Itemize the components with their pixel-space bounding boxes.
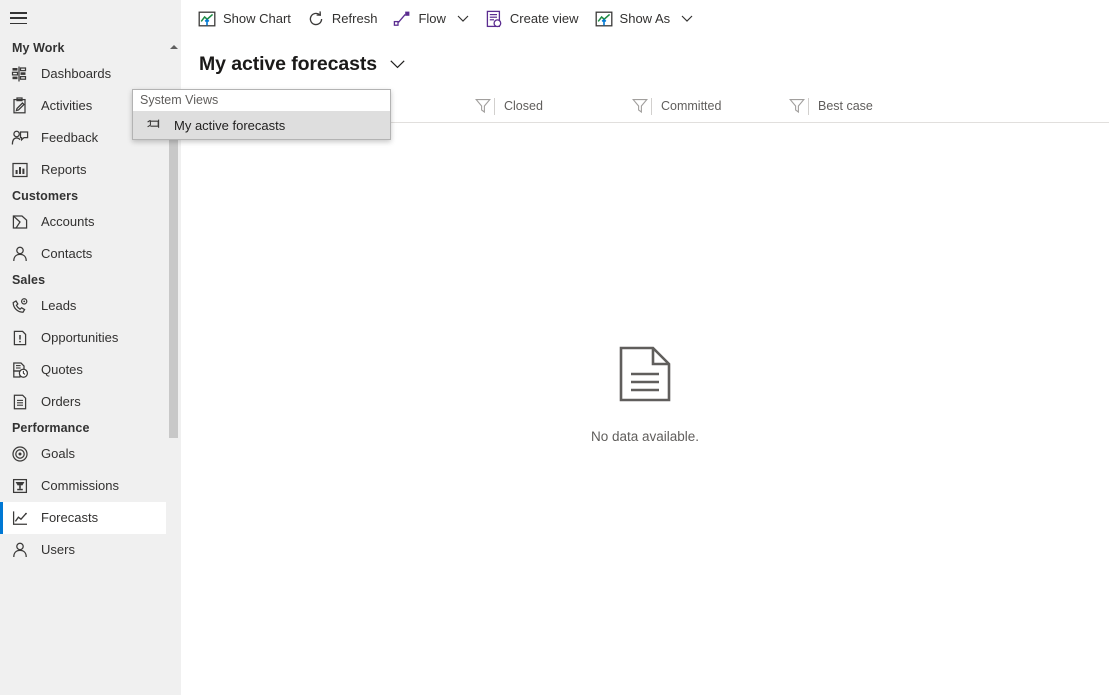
sitemap-group-title: My Work [12, 41, 65, 55]
sidebar-item-label: Activities [41, 98, 93, 113]
command-bar: Show Chart Refresh Flow Create view Show As [181, 0, 1109, 38]
show-chart-icon [198, 10, 216, 28]
sidebar-item-goals[interactable]: Goals [0, 438, 181, 470]
column-header-best-case[interactable]: Best case [808, 90, 965, 123]
hamburger-icon[interactable] [10, 12, 27, 25]
sidebar-item-commissions[interactable]: Commissions [0, 470, 181, 502]
leads-icon [10, 296, 30, 316]
command-label: Refresh [331, 11, 378, 26]
column-header-closed[interactable]: Closed [494, 90, 651, 123]
sidebar-item-leads[interactable]: Leads [0, 290, 181, 322]
sidebar-item-label: Orders [41, 394, 81, 409]
opportunities-icon [10, 328, 30, 348]
sitemap-group-title: Customers [12, 189, 79, 203]
sitemap-group-title: Performance [12, 421, 90, 435]
app-root: My Work Dashboards Activities Feedback Repor… [0, 0, 1109, 695]
sidebar-item-contacts[interactable]: Contacts [0, 238, 181, 270]
sitemap-header [0, 0, 181, 38]
sidebar-item-label: Commissions [41, 478, 120, 493]
sidebar-item-quotes[interactable]: Quotes [0, 354, 181, 386]
refresh-icon [307, 10, 325, 28]
flyout-item-label: My active forecasts [174, 117, 286, 133]
sidebar-item-label: Contacts [41, 246, 93, 261]
command-show-chart[interactable]: Show Chart [190, 0, 299, 38]
grid-empty-state: No data available. [181, 123, 1109, 695]
sidebar-item-label: Opportunities [41, 330, 119, 345]
sitemap-group: Performance Goals Commissions Forecasts User… [0, 418, 181, 566]
page-title: My active forecasts [199, 52, 378, 75]
sidebar-item-label: Accounts [41, 214, 95, 229]
sidebar-item-label: Quotes [41, 362, 83, 377]
command-flow[interactable]: Flow [385, 0, 476, 38]
command-refresh[interactable]: Refresh [299, 0, 386, 38]
sidebar-item-label: Leads [41, 298, 77, 313]
sidebar-item-reports[interactable]: Reports [0, 154, 181, 186]
flyout-item-my-active-forecasts[interactable]: My active forecasts [133, 111, 390, 139]
activities-icon [10, 96, 30, 116]
command-label: Flow [418, 11, 446, 26]
command-label: Show Chart [223, 11, 291, 26]
sidebar-item-dashboards[interactable]: Dashboards [0, 58, 181, 90]
view-selector-flyout: System Views My active forecasts [132, 89, 391, 140]
view-selector[interactable]: My active forecasts [181, 38, 1109, 90]
empty-state-message: No data available. [590, 429, 700, 444]
sidebar-item-opportunities[interactable]: Opportunities [0, 322, 181, 354]
column-separator [494, 97, 495, 115]
command-label: Create view [509, 11, 579, 26]
sitemap-group: Customers Accounts Contacts [0, 186, 181, 270]
column-header-label: Committed [661, 99, 722, 113]
goals-icon [10, 444, 30, 464]
filter-icon[interactable] [629, 90, 651, 123]
column-separator [808, 97, 809, 115]
chevron-down-icon[interactable] [390, 59, 405, 69]
accounts-icon [10, 212, 30, 232]
sidebar-item-label: Users [41, 542, 75, 557]
sidebar-item-label: Reports [41, 162, 87, 177]
filter-icon[interactable] [472, 90, 494, 123]
reports-icon [10, 160, 30, 180]
sitemap-group-title: Sales [12, 273, 46, 287]
column-header-label: Closed [504, 99, 543, 113]
create-view-icon [485, 10, 503, 28]
orders-icon [10, 392, 30, 412]
command-label: Show As [619, 11, 671, 26]
scroll-up-icon[interactable] [166, 38, 181, 55]
sidebar-item-forecasts[interactable]: Forecasts [0, 502, 181, 534]
flyout-items: My active forecasts [133, 111, 390, 139]
filter-icon[interactable] [786, 90, 808, 123]
column-header-committed[interactable]: Committed [651, 90, 808, 123]
sidebar-item-accounts[interactable]: Accounts [0, 206, 181, 238]
column-header-label: Best case [818, 99, 873, 113]
chevron-down-icon[interactable] [681, 15, 693, 23]
commissions-icon [10, 476, 30, 496]
quotes-icon [10, 360, 30, 380]
dashboards-icon [10, 64, 30, 84]
flow-icon [393, 10, 411, 28]
sidebar-item-label: Feedback [41, 130, 99, 145]
column-separator [651, 97, 652, 115]
sidebar-item-label: Dashboards [41, 66, 112, 81]
contacts-icon [10, 244, 30, 264]
sitemap-group: Sales Leads Opportunities Quotes Orders [0, 270, 181, 418]
command-show-as[interactable]: Show As [587, 0, 702, 38]
sidebar-item-label: Forecasts [41, 510, 99, 525]
feedback-icon [10, 128, 30, 148]
chevron-down-icon[interactable] [457, 15, 469, 23]
document-icon [619, 346, 671, 407]
sidebar-item-orders[interactable]: Orders [0, 386, 181, 418]
users-icon [10, 540, 30, 560]
flyout-group-header: System Views [133, 90, 390, 111]
command-create-view[interactable]: Create view [477, 0, 587, 38]
show-as-icon [595, 10, 613, 28]
sidebar-item-label: Goals [41, 446, 75, 461]
sidebar-item-users[interactable]: Users [0, 534, 181, 566]
forecasts-icon [10, 508, 30, 528]
pin-icon [145, 117, 161, 133]
scrollbar-thumb[interactable] [169, 120, 178, 438]
